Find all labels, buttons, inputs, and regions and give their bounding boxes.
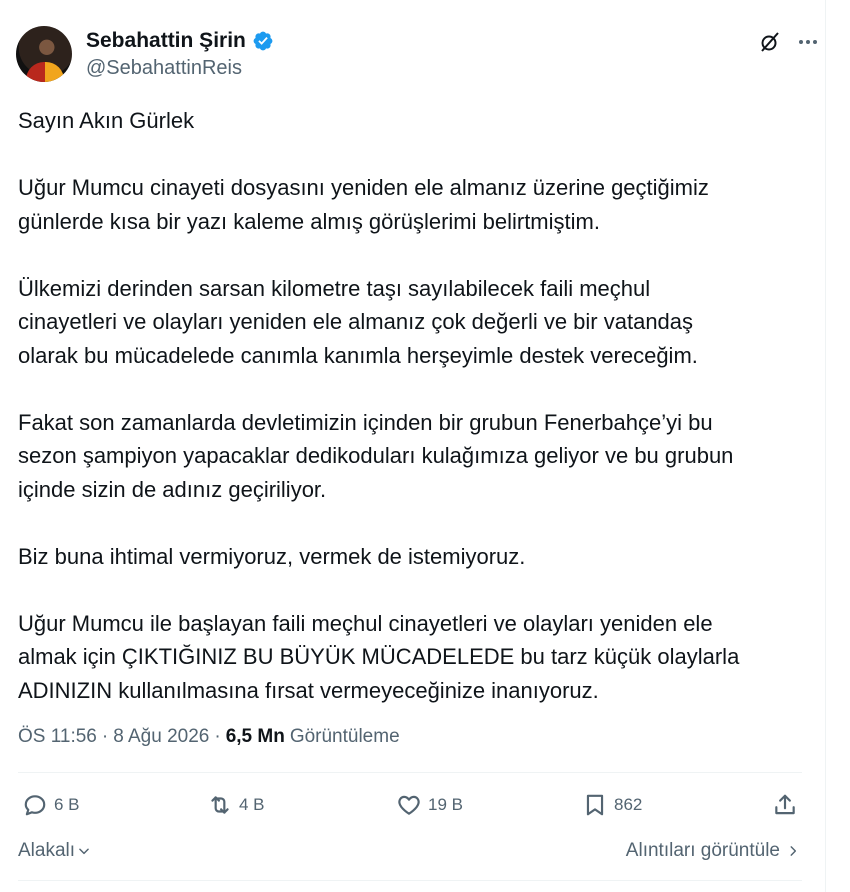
tweet-time[interactable]: ÖS 11:56: [18, 726, 97, 748]
tweet-line: içinde sizin de adınız geçiriliyor.: [18, 476, 327, 502]
sort-dropdown[interactable]: Alakalı: [18, 840, 91, 862]
tweet-line: Ülkemizi derinden sarsan kilometre taşı …: [18, 275, 651, 301]
tweet-paragraph: Ülkemizi derinden sarsan kilometre taşı …: [18, 272, 818, 373]
bookmark-count: 862: [614, 795, 643, 814]
view-quotes-label: Alıntıları görüntüle: [625, 840, 780, 861]
reply-count: 6 B: [54, 795, 80, 814]
share-icon: [775, 794, 795, 815]
meta-separator: ·: [101, 726, 109, 747]
tweet-line: sezon şampiyon yapacaklar dedikoduları k…: [18, 443, 734, 468]
tweet-date[interactable]: 8 Ağu 2026: [113, 726, 209, 748]
reply-button[interactable]: 6 B: [22, 792, 80, 818]
views-label: Görüntüleme: [289, 726, 400, 747]
tweet-line: almak için ÇIKTIĞINIZ BU BÜYÜK MÜCADELED…: [18, 644, 740, 669]
tweet-line: Sayın Akın Gürlek: [18, 108, 195, 133]
tweet-line: Uğur Mumcu ile başlayan faili meçhul cin…: [18, 610, 713, 636]
tweet-line: olarak bu mücadelede canımla kanımla her…: [18, 342, 698, 368]
column-border: [825, 0, 826, 892]
avatar[interactable]: [16, 26, 72, 82]
reply-icon: [24, 795, 46, 816]
tweet-line: Uğur Mumcu cinayeti dosyasını yeniden el…: [18, 175, 709, 200]
like-count: 19 B: [428, 795, 463, 814]
meta-separator: ·: [214, 726, 221, 747]
author-names: Sebahattin Şirin @SebahattinReis: [86, 29, 274, 80]
tweet-paragraph: Uğur Mumcu ile başlayan faili meçhul cin…: [18, 607, 818, 708]
divider: [18, 772, 802, 773]
share-button[interactable]: [772, 792, 798, 818]
tweet-line: cinayetleri ve olayları yeniden ele alma…: [18, 309, 694, 334]
views-count: 6,5 Mn: [225, 726, 285, 747]
bookmark-button[interactable]: 862: [582, 792, 642, 818]
display-name[interactable]: Sebahattin Şirin: [86, 29, 246, 53]
tweet-header: Sebahattin Şirin @SebahattinReis: [16, 26, 820, 86]
tweet-line: Fakat son zamanlarda devletimizin içinde…: [18, 409, 713, 435]
avatar-shirt: [26, 62, 64, 82]
repost-count: 4 B: [239, 795, 265, 814]
display-name-row: Sebahattin Şirin: [86, 29, 274, 53]
more-icon[interactable]: [796, 30, 820, 54]
tweet-paragraph: Sayın Akın Gürlek: [18, 104, 818, 138]
header-actions: [758, 30, 820, 54]
sort-label: Alakalı: [18, 840, 76, 861]
chevron-down-icon: [79, 848, 89, 855]
repost-icon: [211, 796, 229, 814]
verified-badge-icon[interactable]: [252, 30, 274, 52]
view-quotes-link[interactable]: Alıntıları görüntüle: [626, 840, 800, 862]
tweet-line: Biz buna ihtimal vermiyoruz, vermek de i…: [18, 543, 526, 569]
like-button[interactable]: 19 B: [396, 792, 463, 818]
heart-icon: [398, 795, 420, 815]
tweet-line: ADINIZIN kullanılmasına fırsat vermeyece…: [18, 677, 599, 703]
tweet-text: Sayın Akın Gürlek Uğur Mumcu cinayeti dos…: [18, 104, 818, 707]
tweet-paragraph: Fakat son zamanlarda devletimizin içinde…: [18, 406, 818, 507]
tweet-line: günlerde kısa bir yazı kaleme almış görü…: [18, 208, 600, 234]
chevron-right-icon: [790, 846, 797, 856]
author-handle[interactable]: @SebahattinReis: [86, 57, 274, 80]
divider: [18, 880, 802, 881]
tweet-meta: ÖS 11:56 · 8 Ağu 2026 · 6,5 Mn Görüntüle…: [18, 726, 400, 748]
bookmark-icon: [586, 794, 604, 816]
replies-footer: Alakalı Alıntıları görüntüle: [18, 840, 800, 868]
tweet-paragraph: Biz buna ihtimal vermiyoruz, vermek de i…: [18, 540, 818, 574]
grok-icon[interactable]: [758, 30, 782, 54]
action-bar: 6 B 4 B 19 B 862: [22, 792, 798, 824]
tweet-paragraph: Uğur Mumcu cinayeti dosyasını yeniden el…: [18, 171, 818, 238]
repost-button[interactable]: 4 B: [207, 792, 265, 818]
